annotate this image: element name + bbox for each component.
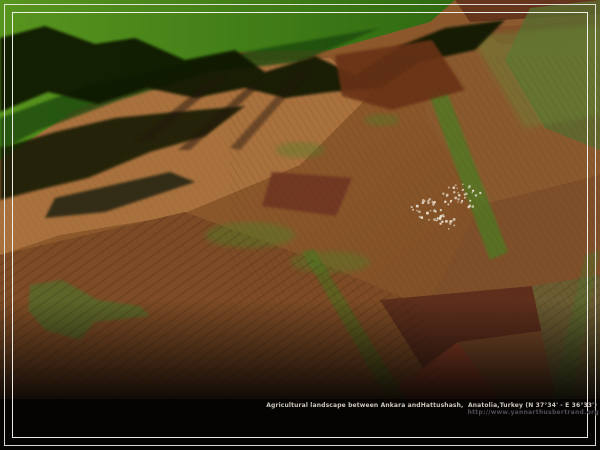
aerial-photo xyxy=(0,0,600,450)
photo-caption: Agricultural landscape between Ankara an… xyxy=(266,402,597,409)
photo-frame: Agricultural landscape between Ankara an… xyxy=(0,0,600,450)
bottom-shade xyxy=(0,300,600,402)
photo-credit-url: http://www.yannarthusbertrand.org xyxy=(468,409,599,416)
